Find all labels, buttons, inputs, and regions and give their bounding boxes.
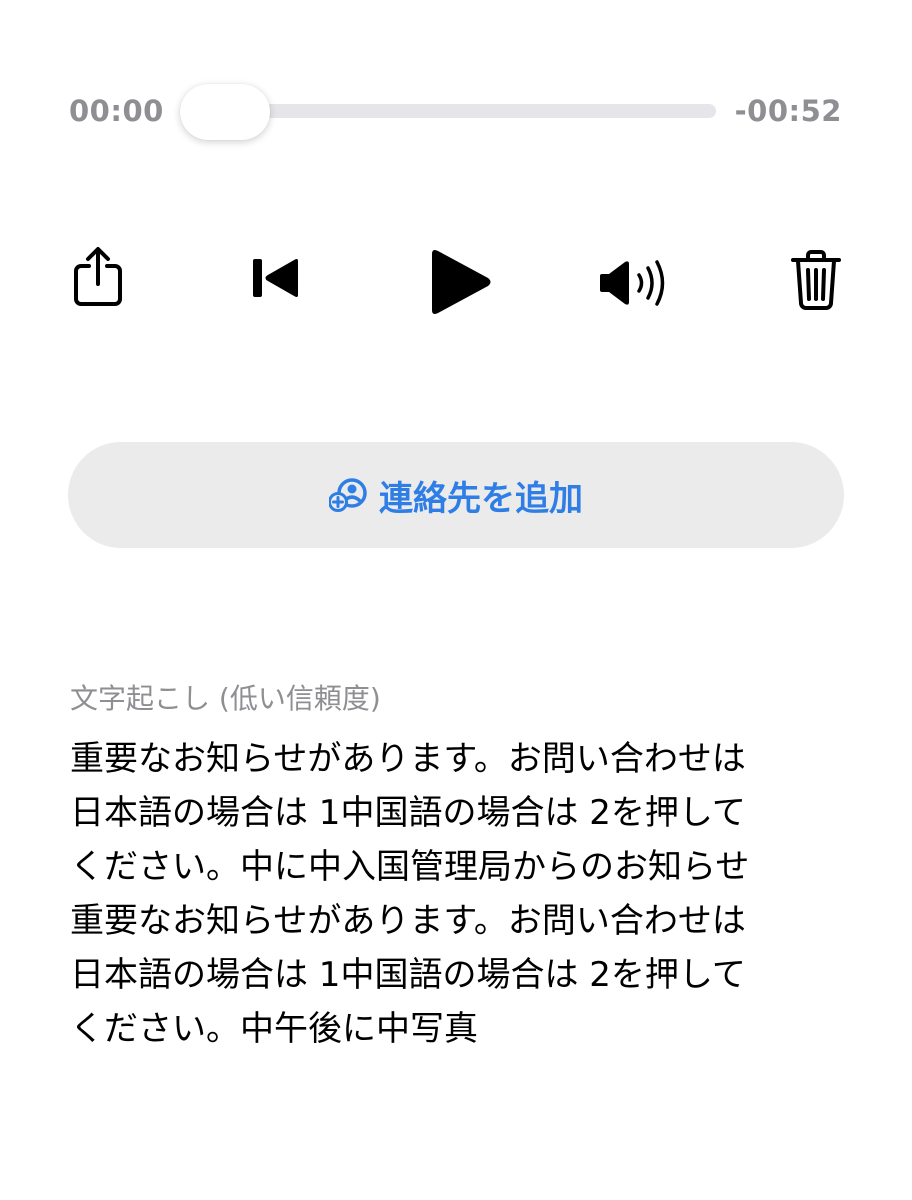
transcript-text: 重要なお知らせがあります。お問い合わせは 日本語の場合は 1中国語の場合は 2を… xyxy=(70,732,860,1056)
add-contact-label: 連絡先を追加 xyxy=(379,478,583,519)
play-icon xyxy=(432,250,491,314)
share-icon xyxy=(74,247,122,306)
skip-back-button[interactable] xyxy=(250,256,302,300)
transcript-line: ください。中に中入国管理局からのお知らせ xyxy=(70,847,750,887)
skip-back-icon xyxy=(253,259,298,297)
progress-knob[interactable] xyxy=(180,84,270,140)
transcript-line: ください。中午後に中写真 xyxy=(70,1009,478,1049)
transcript-line: 重要なお知らせがあります。お問い合わせは xyxy=(70,739,746,779)
elapsed-time: 00:00 xyxy=(69,94,164,128)
transcript-line: 日本語の場合は 1中国語の場合は 2を押して xyxy=(70,793,746,833)
transcript-heading: 文字起こし (低い信頼度) xyxy=(70,682,381,715)
add-contact-icon xyxy=(329,478,367,512)
speaker-volume-icon xyxy=(600,260,665,306)
speaker-button[interactable] xyxy=(598,258,674,308)
delete-button[interactable] xyxy=(790,248,842,312)
remaining-time: -00:52 xyxy=(734,94,842,128)
transcript-line: 日本語の場合は 1中国語の場合は 2を押して xyxy=(70,955,746,995)
share-button[interactable] xyxy=(72,244,124,308)
trash-icon xyxy=(791,250,841,310)
transcript-line: 重要なお知らせがあります。お問い合わせは xyxy=(70,901,746,941)
play-button[interactable] xyxy=(428,246,494,318)
add-contact-button[interactable]: 連絡先を追加 xyxy=(68,442,844,548)
